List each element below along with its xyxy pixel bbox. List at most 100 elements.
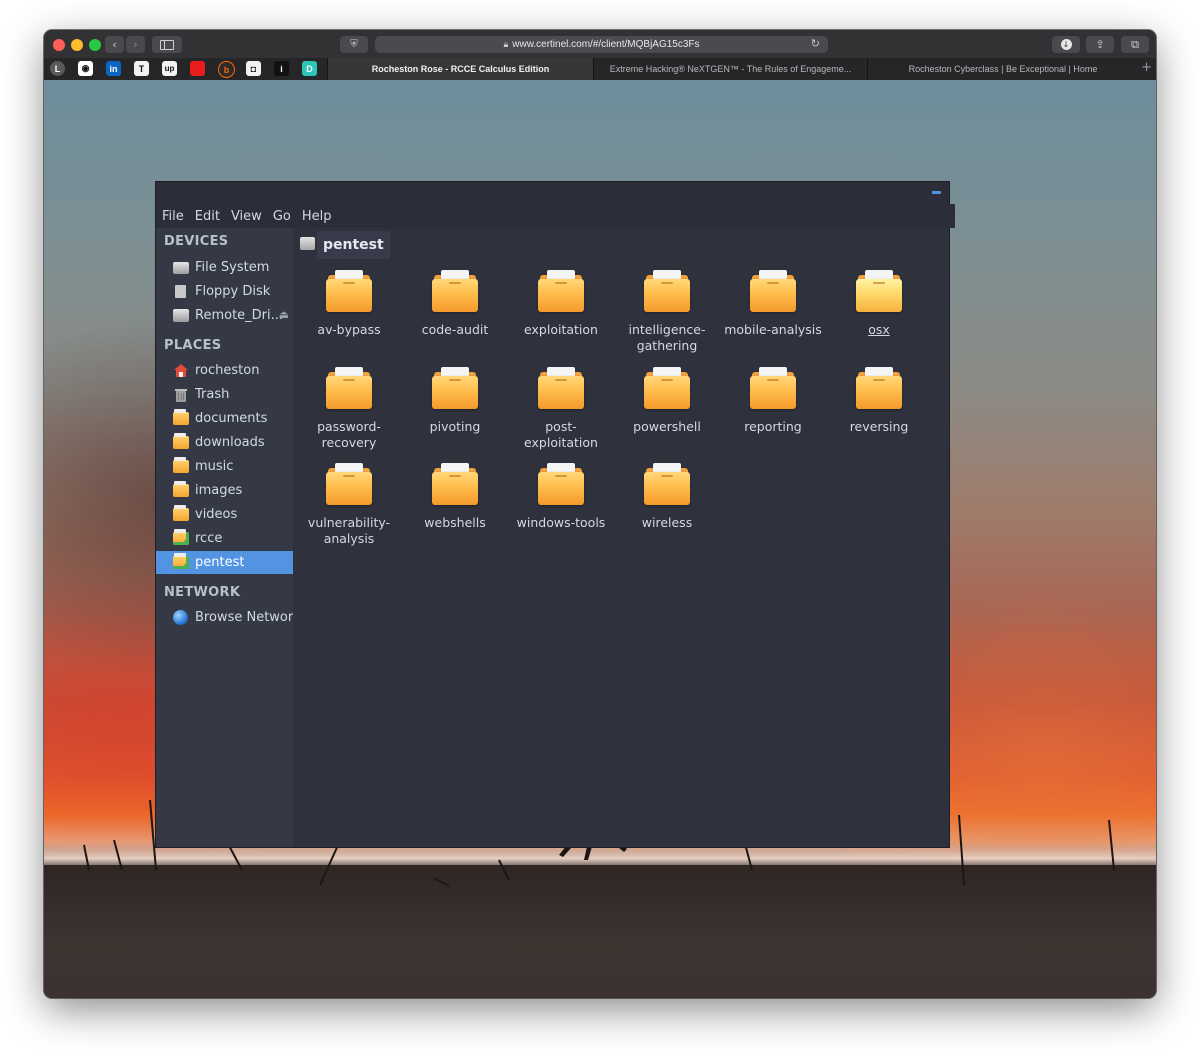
new-tab-button[interactable]: +: [1141, 60, 1152, 75]
folder-item-reversing[interactable]: reversing: [827, 367, 931, 435]
minimize-icon[interactable]: [932, 191, 941, 194]
folder-label: av-bypass: [317, 322, 381, 337]
favorite-5-icon[interactable]: up: [162, 61, 177, 76]
favorite-4-icon[interactable]: T: [134, 61, 149, 76]
videos-folder-icon: [172, 505, 189, 523]
zoom-window-button[interactable]: [89, 39, 101, 51]
favorite-6-icon[interactable]: [190, 61, 205, 76]
sidebar-item-music[interactable]: music: [156, 455, 293, 478]
folder-label: code-audit: [421, 322, 489, 337]
camera-icon[interactable]: ◘: [246, 61, 261, 76]
floppy-icon: [172, 283, 189, 300]
favorite-2-icon[interactable]: ◉: [78, 61, 93, 76]
folder-item-exploitation[interactable]: exploitation: [509, 270, 613, 338]
menu-file[interactable]: File: [162, 209, 184, 224]
sidebar-item-rocheston[interactable]: rocheston: [156, 359, 293, 382]
folder-label: mobile-analysis: [724, 322, 822, 337]
folder-label: reversing: [849, 419, 909, 434]
folder-icon: [538, 463, 584, 505]
sidebar-item-floppy-disk[interactable]: Floppy Disk: [156, 280, 293, 303]
sidebar-item-videos[interactable]: videos: [156, 503, 293, 526]
downloads-button[interactable]: ↓: [1052, 36, 1080, 53]
folder-item-windows-tools[interactable]: windows-tools: [509, 463, 613, 531]
sidebar-item-images[interactable]: images: [156, 479, 293, 502]
sidebar-item-remote-drive[interactable]: Remote_Dri... ⏏: [156, 304, 293, 327]
folder-item-mobile-analysis[interactable]: mobile-analysis: [721, 270, 825, 338]
network-heading: NETWORK: [164, 585, 241, 600]
file-manager-titlebar[interactable]: [156, 182, 949, 204]
forward-button[interactable]: ›: [126, 36, 145, 53]
folder-item-wireless[interactable]: wireless: [615, 463, 719, 531]
folder-icon: [326, 463, 372, 505]
folder-label: pivoting: [429, 419, 481, 434]
folder-label: exploitation: [524, 322, 598, 337]
folder-icon: [750, 367, 796, 409]
sidebar-item-file-system[interactable]: File System: [156, 256, 293, 279]
folder-label: vulnerability-analysis: [307, 515, 391, 546]
sidebar-item-browse-network[interactable]: Browse Network: [156, 606, 293, 629]
folder-label: password-recovery: [317, 419, 381, 450]
folder-icon: [432, 367, 478, 409]
sidebar-item-trash[interactable]: Trash: [156, 383, 293, 406]
folder-item-osx[interactable]: osx: [827, 270, 931, 338]
linkedin-icon[interactable]: in: [106, 61, 121, 76]
tab-rocheston-cyberclass[interactable]: Rocheston Cyberclass | Be Exceptional | …: [867, 58, 1138, 80]
favorite-9-icon[interactable]: i: [274, 61, 289, 76]
path-button-pentest[interactable]: pentest: [317, 231, 390, 259]
trash-icon: [172, 386, 189, 403]
devices-heading: DEVICES: [164, 234, 229, 249]
address-bar[interactable]: 🔒︎ www.certinel.com/#/client/MQBjAG15c3F…: [375, 36, 828, 53]
menu-view[interactable]: View: [231, 209, 262, 224]
folder-icon: [432, 270, 478, 312]
lock-icon: 🔒︎: [503, 39, 509, 49]
folder-item-vulnerability-analysis[interactable]: vulnerability-analysis: [297, 463, 401, 547]
privacy-shield-button[interactable]: ⛨: [340, 36, 368, 53]
folder-item-pivoting[interactable]: pivoting: [403, 367, 507, 435]
tab-extreme-hacking[interactable]: Extreme Hacking® NeXTGEN™ - The Rules of…: [593, 58, 867, 80]
browser-toolbar: ‹ › ⛨ 🔒︎ www.certinel.com/#/client/MQBjA…: [44, 30, 1156, 59]
shield-icon: ⛨: [350, 39, 358, 50]
sidebar-item-downloads[interactable]: downloads: [156, 431, 293, 454]
chevron-left-icon: ‹: [112, 38, 117, 51]
sidebar-item-rcce[interactable]: rcce: [156, 527, 293, 550]
favorite-1-icon[interactable]: L: [50, 61, 65, 76]
folder-item-reporting[interactable]: reporting: [721, 367, 825, 435]
eject-icon[interactable]: ⏏: [279, 308, 289, 321]
folder-icon: [432, 463, 478, 505]
minimize-window-button[interactable]: [71, 39, 83, 51]
menu-edit[interactable]: Edit: [195, 209, 220, 224]
folder-item-code-audit[interactable]: code-audit: [403, 270, 507, 338]
sidebar-item-pentest[interactable]: pentest: [156, 551, 293, 574]
folder-item-webshells[interactable]: webshells: [403, 463, 507, 531]
browser-window: ‹ › ⛨ 🔒︎ www.certinel.com/#/client/MQBjA…: [44, 30, 1156, 998]
sidebar-item-documents[interactable]: documents: [156, 407, 293, 430]
reload-icon[interactable]: ↻: [811, 37, 820, 50]
music-folder-icon: [172, 457, 189, 475]
documents-folder-icon: [172, 409, 189, 427]
folder-item-password-recovery[interactable]: password-recovery: [297, 367, 401, 451]
folder-icon: [326, 367, 372, 409]
folder-icon: [644, 463, 690, 505]
tab-rocheston-rose[interactable]: Rocheston Rose - RCCE Calculus Edition: [327, 58, 593, 80]
folder-icon: [644, 367, 690, 409]
images-folder-icon: [172, 481, 189, 499]
folder-item-intelligence-gathering[interactable]: intelligence-gathering: [615, 270, 719, 354]
download-icon: ↓: [1060, 39, 1072, 50]
folder-item-post-exploitation[interactable]: post-exploitation: [509, 367, 613, 451]
menu-bar: File Edit View Go Help: [156, 204, 955, 228]
folder-icon: [856, 270, 902, 312]
favorite-10-icon[interactable]: D: [302, 61, 317, 76]
menu-go[interactable]: Go: [273, 209, 291, 224]
tab-overview-button[interactable]: ⧉: [1121, 36, 1149, 53]
folder-item-av-bypass[interactable]: av-bypass: [297, 270, 401, 338]
back-button[interactable]: ‹: [105, 36, 124, 53]
favorite-7-icon[interactable]: b: [218, 61, 235, 78]
close-window-button[interactable]: [53, 39, 65, 51]
folder-icon: [856, 367, 902, 409]
path-bar: pentest: [293, 228, 949, 263]
sidebar-toggle-button[interactable]: [152, 36, 182, 53]
share-button[interactable]: ⇪: [1086, 36, 1114, 53]
drive-root-icon[interactable]: [300, 237, 315, 250]
folder-item-powershell[interactable]: powershell: [615, 367, 719, 435]
menu-help[interactable]: Help: [302, 209, 332, 224]
